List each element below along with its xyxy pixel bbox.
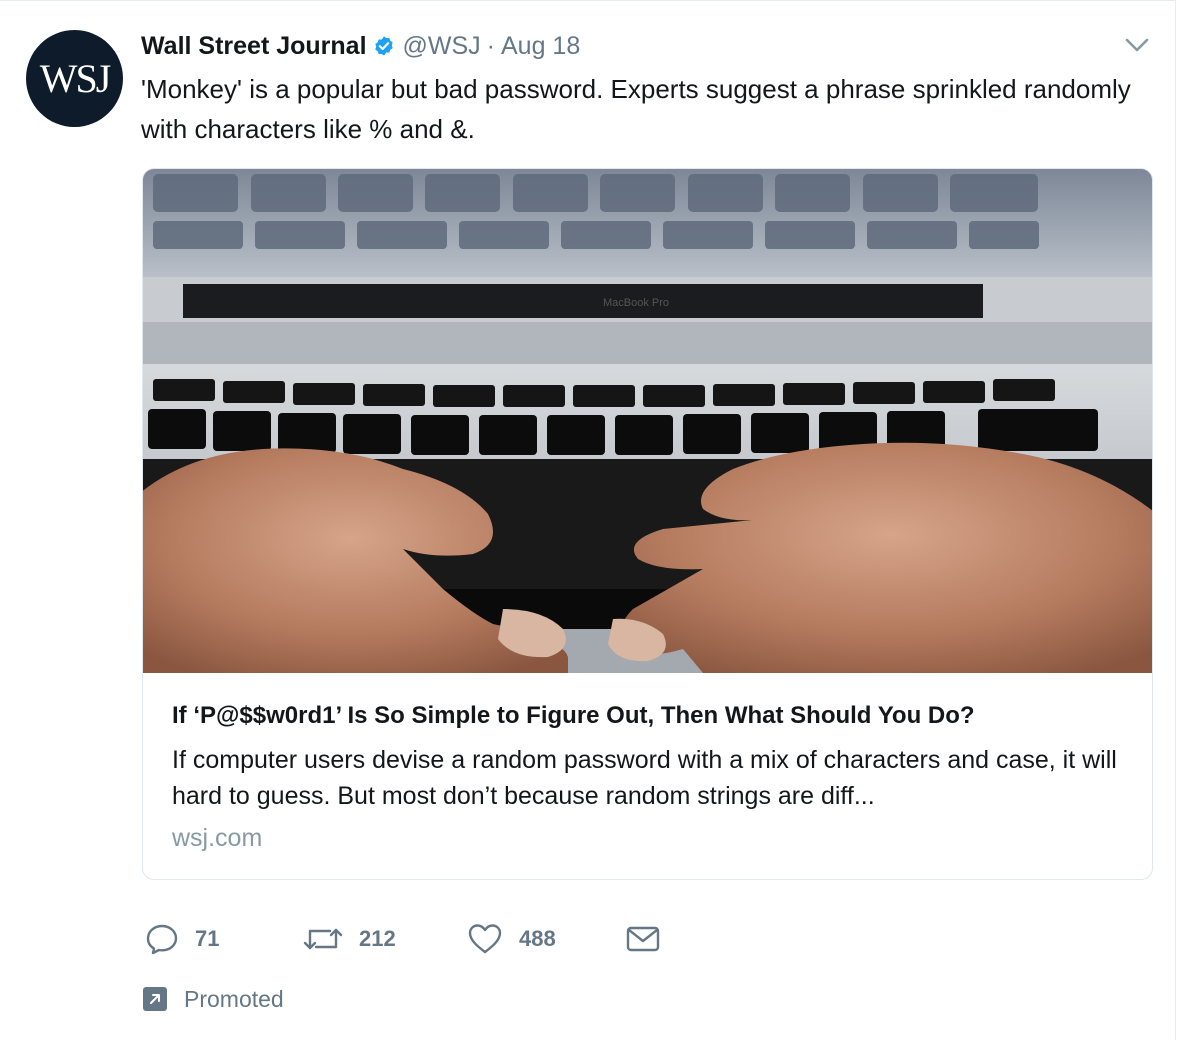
macbook-label: MacBook Pro bbox=[603, 297, 669, 309]
tweet-text: 'Monkey' is a popular but bad password. … bbox=[141, 74, 1131, 144]
reply-button[interactable]: 71 bbox=[145, 919, 219, 959]
card-description: If computer users devise a random passwo… bbox=[172, 746, 1117, 810]
reply-count: 71 bbox=[195, 926, 220, 951]
promoted-label: Promoted bbox=[184, 985, 284, 1012]
verified-badge-icon bbox=[374, 36, 393, 56]
like-button[interactable]: 488 bbox=[467, 919, 556, 959]
avatar-logo-text: WSJ bbox=[39, 56, 112, 101]
card-image[interactable]: MacBook Pro bbox=[143, 169, 1153, 673]
like-count: 488 bbox=[519, 926, 556, 951]
retweet-count: 212 bbox=[359, 926, 396, 951]
avatar[interactable]: WSJ bbox=[26, 30, 123, 127]
card-title[interactable]: If ‘P@$$w0rd1’ Is So Simple to Figure Ou… bbox=[172, 699, 1132, 733]
retweet-button[interactable]: 212 bbox=[303, 919, 396, 959]
direct-message-button[interactable] bbox=[625, 919, 661, 959]
chevron-down-icon[interactable] bbox=[1122, 33, 1152, 57]
heart-icon bbox=[468, 924, 502, 954]
promoted-arrow-icon bbox=[143, 987, 167, 1011]
account-handle[interactable]: @WSJ bbox=[403, 32, 481, 61]
tweet[interactable]: WSJ Wall Street Journal @WSJ · Aug 18 'M… bbox=[0, 0, 1176, 1040]
reply-icon bbox=[146, 924, 178, 955]
retweet-icon bbox=[303, 928, 343, 950]
promoted-indicator: Promoted bbox=[143, 984, 284, 1014]
tweet-actions: 71 212 488 bbox=[145, 919, 745, 959]
header-separator: · bbox=[486, 31, 495, 60]
account-name[interactable]: Wall Street Journal bbox=[141, 32, 367, 61]
tweet-date[interactable]: Aug 18 bbox=[501, 32, 580, 61]
card-domain[interactable]: wsj.com bbox=[172, 824, 262, 853]
envelope-icon bbox=[626, 926, 660, 952]
link-card[interactable]: MacBook Pro If ‘P@$$w0rd1’ Is So Simple … bbox=[142, 168, 1153, 880]
tweet-header: Wall Street Journal @WSJ · Aug 18 bbox=[141, 29, 580, 63]
